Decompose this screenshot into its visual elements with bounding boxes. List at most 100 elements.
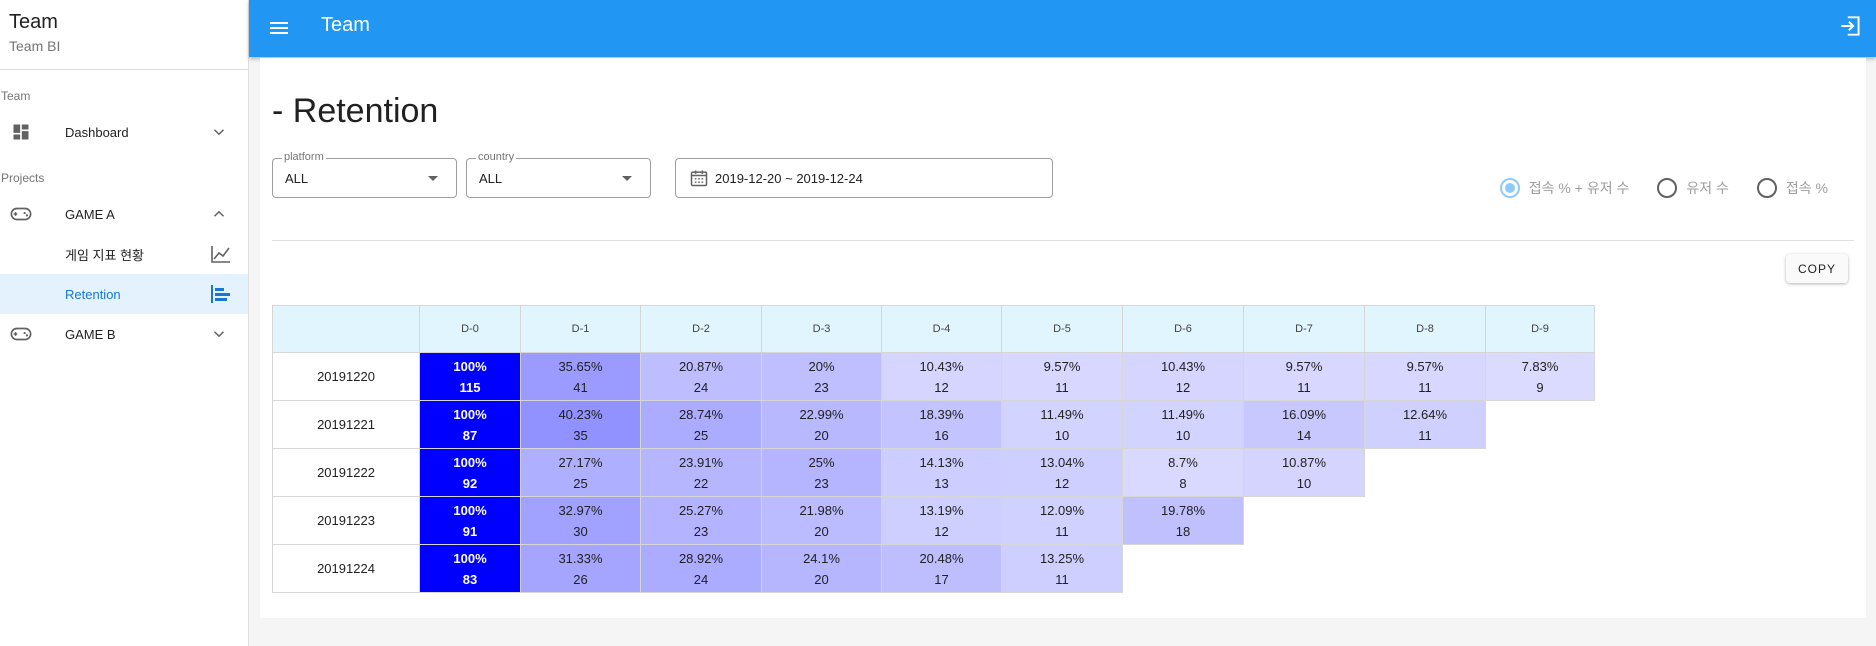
retention-pct: 28.74%: [678, 406, 724, 422]
retention-users: 11: [1055, 571, 1069, 587]
sidebar-section-team: Team: [1, 89, 31, 103]
retention-users: 92: [462, 475, 478, 491]
retention-pct: 31.33%: [558, 550, 603, 566]
empty-cell: [1365, 497, 1486, 545]
retention-cell: 22.99% 20: [761, 400, 882, 449]
radio-pct-and-users[interactable]: 접속 % + 유저 수: [1499, 178, 1629, 198]
row-date-cell: 20191220: [272, 352, 420, 401]
retention-pct: 10.43%: [1160, 358, 1206, 374]
row-date-cell: 20191223: [272, 496, 420, 545]
sidebar-item-label: GAME B: [65, 326, 116, 342]
date-range-picker[interactable]: 2019-12-20 ~ 2019-12-24: [675, 158, 1053, 198]
retention-cell: 100% 92: [419, 448, 521, 497]
retention-cell: 20.48% 17: [881, 544, 1002, 593]
table-row: 20191220 100% 115 35.65% 41 20.87% 24 20% 23 10.4…: [272, 352, 1595, 401]
empty-cell: [1486, 497, 1595, 545]
empty-cell: [1123, 545, 1244, 593]
retention-users: 11: [1055, 379, 1069, 395]
country-select[interactable]: country ALL: [466, 151, 651, 198]
empty-cell: [1365, 545, 1486, 593]
chevron-down-icon[interactable]: [210, 325, 228, 343]
retention-pct: 24.1%: [803, 550, 840, 566]
retention-pct: 13.04%: [1039, 454, 1085, 470]
retention-pct: 13.25%: [1039, 550, 1085, 566]
retention-users: 13: [934, 475, 949, 491]
retention-pct: 25%: [808, 454, 835, 470]
retention-users: 22: [693, 475, 709, 491]
retention-users: 9: [1536, 379, 1544, 395]
retention-pct: 11.49%: [1161, 406, 1205, 422]
copy-button[interactable]: COPY: [1786, 254, 1848, 283]
retention-pct: 18.39%: [919, 406, 964, 422]
retention-cell: 13.04% 12: [1001, 448, 1123, 497]
retention-users: 35: [573, 427, 588, 443]
retention-pct: 100%: [453, 358, 487, 374]
table-row: 20191221 100% 87 40.23% 35 28.74% 25 22.99% 20 18…: [272, 400, 1595, 449]
retention-users: 24: [693, 571, 709, 587]
sidebar-subtitle: Team BI: [9, 38, 61, 54]
sidebar: Team Team BI Team Dashboard Projects GAM…: [0, 0, 249, 646]
row-date-cell: 20191221: [272, 400, 420, 449]
retention-users: 20: [814, 427, 829, 443]
retention-users: 14: [1296, 427, 1312, 443]
dropdown-arrow-icon: [622, 176, 632, 181]
retention-pct: 9.57%: [1406, 358, 1444, 374]
retention-pct: 13.19%: [919, 502, 964, 518]
retention-users: 83: [462, 571, 478, 587]
sidebar-item-dashboard[interactable]: Dashboard: [0, 112, 248, 152]
retention-users: 10: [1296, 475, 1312, 491]
sidebar-item-game-b[interactable]: GAME B: [0, 314, 248, 354]
table-row: 20191223 100% 91 32.97% 30 25.27% 23 21.98% 20 13…: [272, 496, 1595, 545]
retention-cell: 9.57% 11: [1243, 352, 1365, 401]
retention-pct: 35.65%: [558, 358, 603, 374]
retention-cell: 13.25% 11: [1001, 544, 1123, 593]
retention-cell: 14.13% 13: [881, 448, 1002, 497]
sidebar-item-game-a[interactable]: GAME A: [0, 194, 248, 234]
chevron-up-icon[interactable]: [210, 205, 228, 223]
logout-icon[interactable]: [1838, 13, 1864, 39]
chevron-down-icon[interactable]: [210, 123, 228, 141]
retention-cell: 8.7% 8: [1122, 448, 1244, 497]
retention-pct: 25.27%: [678, 502, 724, 518]
date-range-value: 2019-12-20 ~ 2019-12-24: [715, 171, 863, 186]
main-content: - Retention platform ALL country ALL 201…: [260, 58, 1866, 618]
table-header-cell: D-0: [419, 305, 521, 353]
view-option-group: 접속 % + 유저 수 유저 수 접속 %: [1472, 178, 1828, 198]
retention-cell: 25% 23: [761, 448, 882, 497]
retention-pct: 32.97%: [558, 502, 603, 518]
empty-cell: [1244, 545, 1365, 593]
retention-users: 30: [573, 523, 588, 539]
retention-users: 12: [1175, 379, 1191, 395]
retention-users: 11: [1418, 379, 1432, 395]
retention-table: D-0 D-1 D-2 D-3 D-4 D-5 D-6 D-7 D-8 D-9 20191220 1…: [272, 305, 1595, 593]
retention-users: 25: [693, 427, 709, 443]
retention-pct: 14.13%: [919, 454, 964, 470]
retention-cell: 10.87% 10: [1243, 448, 1365, 497]
retention-users: 10: [1175, 427, 1191, 443]
retention-cell: 18.39% 16: [881, 400, 1002, 449]
radio-unchecked-icon: [1657, 178, 1678, 198]
sidebar-item-label: GAME A: [65, 206, 115, 222]
empty-cell: [1486, 545, 1595, 593]
menu-icon[interactable]: [267, 16, 291, 40]
empty-cell: [1486, 449, 1595, 497]
retention-pct: 20%: [808, 358, 835, 374]
table-header-cell: D-2: [640, 305, 762, 353]
retention-pct: 8.7%: [1168, 454, 1198, 470]
sidebar-subitem-retention[interactable]: Retention: [0, 274, 248, 314]
sidebar-subitem-game-metrics[interactable]: 게임 지표 현황: [0, 234, 248, 274]
dropdown-arrow-icon: [428, 176, 438, 181]
retention-cell: 9.57% 11: [1364, 352, 1486, 401]
retention-users: 11: [1418, 427, 1432, 443]
retention-cell: 11.49% 10: [1001, 400, 1123, 449]
app-bar: Team: [249, 0, 1876, 57]
retention-cell: 25.27% 23: [640, 496, 762, 545]
retention-users: 91: [462, 523, 478, 539]
retention-pct: 22.99%: [799, 406, 844, 422]
retention-pct: 20.87%: [678, 358, 724, 374]
platform-select[interactable]: platform ALL: [272, 151, 457, 198]
retention-pct: 12.64%: [1402, 406, 1448, 422]
radio-users[interactable]: 유저 수: [1657, 178, 1729, 198]
table-header-cell: D-8: [1364, 305, 1486, 353]
radio-pct[interactable]: 접속 %: [1756, 178, 1828, 198]
